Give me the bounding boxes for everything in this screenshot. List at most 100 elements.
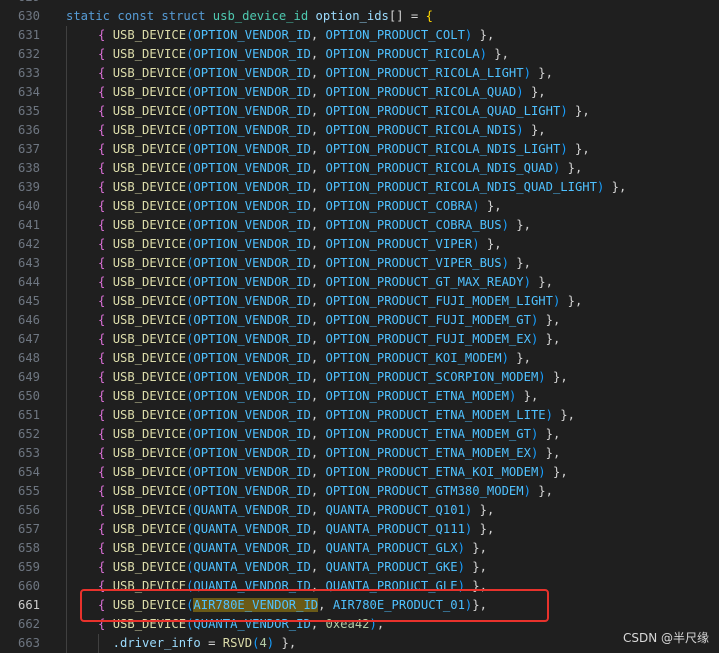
code-token: , <box>310 446 326 460</box>
code-token: ) <box>560 104 568 118</box>
code-token: OPTION_PRODUCT_RICOLA_NDIS_QUAD <box>325 161 553 175</box>
code-token: USB_DEVICE <box>112 275 187 289</box>
code-token: USB_DEVICE <box>112 560 187 574</box>
code-token: ) <box>516 123 524 137</box>
line-number: 644 <box>17 275 40 289</box>
indent-guide <box>66 425 67 444</box>
code-token: , <box>310 199 326 213</box>
code-token: { <box>98 28 113 42</box>
code-line[interactable]: 638 { USB_DEVICE(OPTION_VENDOR_ID, OPTION… <box>0 159 719 178</box>
code-token: OPTION_VENDOR_ID <box>193 161 311 175</box>
code-text: static const struct usb_device_id option… <box>66 7 433 26</box>
code-line[interactable]: 630 static const struct usb_device_id opt… <box>0 7 719 26</box>
code-line[interactable]: 631 { USB_DEVICE(OPTION_VENDOR_ID, OPTION… <box>0 26 719 45</box>
code-line[interactable]: 653 { USB_DEVICE(OPTION_VENDOR_ID, OPTION… <box>0 444 719 463</box>
code-token: struct <box>161 9 213 23</box>
code-line[interactable]: 655 { USB_DEVICE(OPTION_VENDOR_ID, OPTION… <box>0 482 719 501</box>
code-token: USB_DEVICE <box>112 294 187 308</box>
code-text: { USB_DEVICE(OPTION_VENDOR_ID, OPTION_PR… <box>98 444 560 463</box>
code-text: { USB_DEVICE(OPTION_VENDOR_ID, OPTION_PR… <box>98 216 531 235</box>
code-line[interactable]: 654 { USB_DEVICE(OPTION_VENDOR_ID, OPTION… <box>0 463 719 482</box>
code-text: { USB_DEVICE(OPTION_VENDOR_ID, OPTION_PR… <box>98 178 626 197</box>
code-token: { <box>98 47 113 61</box>
code-line[interactable]: 637 { USB_DEVICE(OPTION_VENDOR_ID, OPTION… <box>0 140 719 159</box>
code-token: { <box>98 484 113 498</box>
line-number: 635 <box>17 104 40 118</box>
code-token: }, <box>567 142 590 156</box>
code-line[interactable]: 644 { USB_DEVICE(OPTION_VENDOR_ID, OPTION… <box>0 273 719 292</box>
code-token: ) <box>538 465 546 479</box>
code-line[interactable]: 643 { USB_DEVICE(OPTION_VENDOR_ID, OPTION… <box>0 254 719 273</box>
code-line[interactable]: 649 { USB_DEVICE(OPTION_VENDOR_ID, OPTION… <box>0 368 719 387</box>
code-line[interactable]: 629 <box>0 0 719 7</box>
code-line[interactable]: 650 { USB_DEVICE(OPTION_VENDOR_ID, OPTION… <box>0 387 719 406</box>
code-token: static <box>66 9 118 23</box>
code-token: OPTION_VENDOR_ID <box>193 256 311 270</box>
code-token: 4 <box>259 636 267 650</box>
code-token: USB_DEVICE <box>112 313 187 327</box>
code-token: OPTION_VENDOR_ID <box>193 370 311 384</box>
code-token: }, <box>486 47 509 61</box>
code-token: , <box>310 47 326 61</box>
code-line[interactable]: 633 { USB_DEVICE(OPTION_VENDOR_ID, OPTION… <box>0 64 719 83</box>
code-line[interactable]: 651 { USB_DEVICE(OPTION_VENDOR_ID, OPTION… <box>0 406 719 425</box>
code-line[interactable]: 652 { USB_DEVICE(OPTION_VENDOR_ID, OPTION… <box>0 425 719 444</box>
code-line[interactable]: 648 { USB_DEVICE(OPTION_VENDOR_ID, OPTION… <box>0 349 719 368</box>
code-text: { USB_DEVICE(OPTION_VENDOR_ID, OPTION_PR… <box>98 273 553 292</box>
code-line[interactable]: 659 { USB_DEVICE(QUANTA_VENDOR_ID, QUANTA… <box>0 558 719 577</box>
code-token: OPTION_VENDOR_ID <box>193 180 311 194</box>
indent-guide <box>66 292 67 311</box>
code-token: usb_device_id <box>212 9 316 23</box>
indent-guide <box>66 45 67 64</box>
code-line[interactable]: 635 { USB_DEVICE(OPTION_VENDOR_ID, OPTION… <box>0 102 719 121</box>
code-line[interactable]: 656 { USB_DEVICE(QUANTA_VENDOR_ID, QUANTA… <box>0 501 719 520</box>
code-token: ) <box>523 484 531 498</box>
code-line[interactable]: 647 { USB_DEVICE(OPTION_VENDOR_ID, OPTION… <box>0 330 719 349</box>
code-line[interactable]: 640 { USB_DEVICE(OPTION_VENDOR_ID, OPTION… <box>0 197 719 216</box>
code-line[interactable]: 658 { USB_DEVICE(QUANTA_VENDOR_ID, QUANTA… <box>0 539 719 558</box>
line-number: 663 <box>17 636 40 650</box>
line-number: 652 <box>17 427 40 441</box>
highlight-annotation-box <box>80 589 549 622</box>
code-line[interactable]: 639 { USB_DEVICE(OPTION_VENDOR_ID, OPTION… <box>0 178 719 197</box>
code-line[interactable]: 645 { USB_DEVICE(OPTION_VENDOR_ID, OPTION… <box>0 292 719 311</box>
code-token: USB_DEVICE <box>112 66 187 80</box>
indent-guide <box>66 520 67 539</box>
code-token: OPTION_VENDOR_ID <box>193 218 311 232</box>
code-token: , <box>310 389 326 403</box>
code-token: USB_DEVICE <box>112 484 187 498</box>
code-line[interactable]: 632 { USB_DEVICE(OPTION_VENDOR_ID, OPTION… <box>0 45 719 64</box>
code-text: { USB_DEVICE(OPTION_VENDOR_ID, OPTION_PR… <box>98 292 582 311</box>
code-token: USB_DEVICE <box>112 199 187 213</box>
code-token: , <box>310 541 326 555</box>
code-token: OPTION_VENDOR_ID <box>193 66 311 80</box>
code-token: { <box>98 237 113 251</box>
code-token: option_ids <box>315 9 389 23</box>
code-line[interactable]: 636 { USB_DEVICE(OPTION_VENDOR_ID, OPTION… <box>0 121 719 140</box>
line-number: 661 <box>17 598 40 612</box>
code-line[interactable]: 646 { USB_DEVICE(OPTION_VENDOR_ID, OPTION… <box>0 311 719 330</box>
code-token: OPTION_PRODUCT_GT_MAX_READY <box>325 275 524 289</box>
indent-guide <box>66 102 67 121</box>
code-line[interactable]: 663 .driver_info = RSVD(4) }, <box>0 634 719 653</box>
code-token: OPTION_VENDOR_ID <box>193 427 311 441</box>
code-text: .driver_info = RSVD(4) }, <box>98 634 296 653</box>
code-token: USB_DEVICE <box>112 85 187 99</box>
code-token: , <box>310 294 326 308</box>
code-token: , <box>310 180 326 194</box>
code-token: }, <box>530 275 553 289</box>
code-token: }, <box>560 294 583 308</box>
code-token: OPTION_VENDOR_ID <box>193 408 311 422</box>
code-editor[interactable]: 629 630 static const struct usb_device_id … <box>0 0 719 653</box>
line-number: 657 <box>17 522 40 536</box>
code-token: OPTION_VENDOR_ID <box>193 351 311 365</box>
code-line[interactable]: 642 { USB_DEVICE(OPTION_VENDOR_ID, OPTION… <box>0 235 719 254</box>
code-token: , <box>310 484 326 498</box>
line-number: 632 <box>17 47 40 61</box>
code-token: USB_DEVICE <box>112 28 187 42</box>
code-line[interactable]: 657 { USB_DEVICE(QUANTA_VENDOR_ID, QUANTA… <box>0 520 719 539</box>
code-token: USB_DEVICE <box>112 389 187 403</box>
watermark: CSDN @半尺缘 <box>622 631 709 645</box>
code-line[interactable]: 634 { USB_DEVICE(OPTION_VENDOR_ID, OPTION… <box>0 83 719 102</box>
code-line[interactable]: 641 { USB_DEVICE(OPTION_VENDOR_ID, OPTION… <box>0 216 719 235</box>
